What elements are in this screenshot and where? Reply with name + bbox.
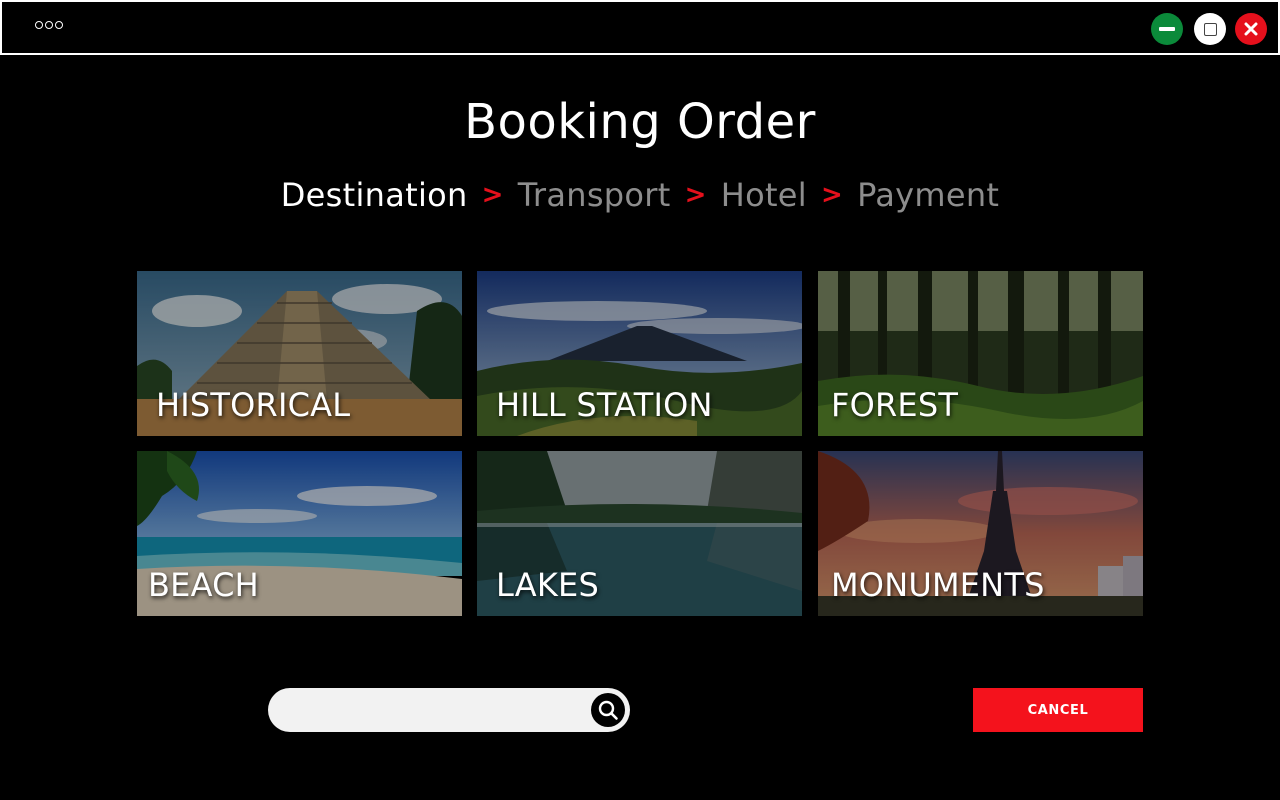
minimize-icon[interactable] xyxy=(1151,13,1183,45)
step-transport[interactable]: Transport xyxy=(518,176,671,214)
step-destination[interactable]: Destination xyxy=(281,176,468,214)
more-dots-icon[interactable] xyxy=(35,21,63,29)
search-icon[interactable] xyxy=(591,693,625,727)
category-tile-lakes[interactable]: LAKES xyxy=(477,451,802,616)
category-tile-forest[interactable]: FOREST xyxy=(818,271,1143,436)
category-tile-beach[interactable]: BEACH xyxy=(137,451,462,616)
maximize-icon[interactable] xyxy=(1194,13,1226,45)
step-breadcrumb: Destination > Transport > Hotel > Paymen… xyxy=(0,176,1280,214)
category-label: FOREST xyxy=(831,386,959,424)
category-label: HISTORICAL xyxy=(156,386,351,424)
category-label: HILL STATION xyxy=(496,386,713,424)
page-title: Booking Order xyxy=(464,94,816,150)
category-label: LAKES xyxy=(496,566,599,604)
close-icon[interactable] xyxy=(1235,13,1267,45)
cancel-button[interactable]: CANCEL xyxy=(973,688,1143,732)
category-label: MONUMENTS xyxy=(831,566,1045,604)
category-tile-monuments[interactable]: MONUMENTS xyxy=(818,451,1143,616)
chevron-right-icon: > xyxy=(684,180,707,210)
category-tile-hill-station[interactable]: HILL STATION xyxy=(477,271,802,436)
category-label: BEACH xyxy=(148,566,259,604)
step-hotel[interactable]: Hotel xyxy=(721,176,807,214)
category-tile-historical[interactable]: HISTORICAL xyxy=(137,271,462,436)
search-input[interactable] xyxy=(284,695,584,725)
chevron-right-icon: > xyxy=(481,180,504,210)
title-bar xyxy=(0,0,1280,55)
chevron-right-icon: > xyxy=(820,180,844,210)
search-box xyxy=(268,688,630,732)
step-payment[interactable]: Payment xyxy=(857,176,999,214)
